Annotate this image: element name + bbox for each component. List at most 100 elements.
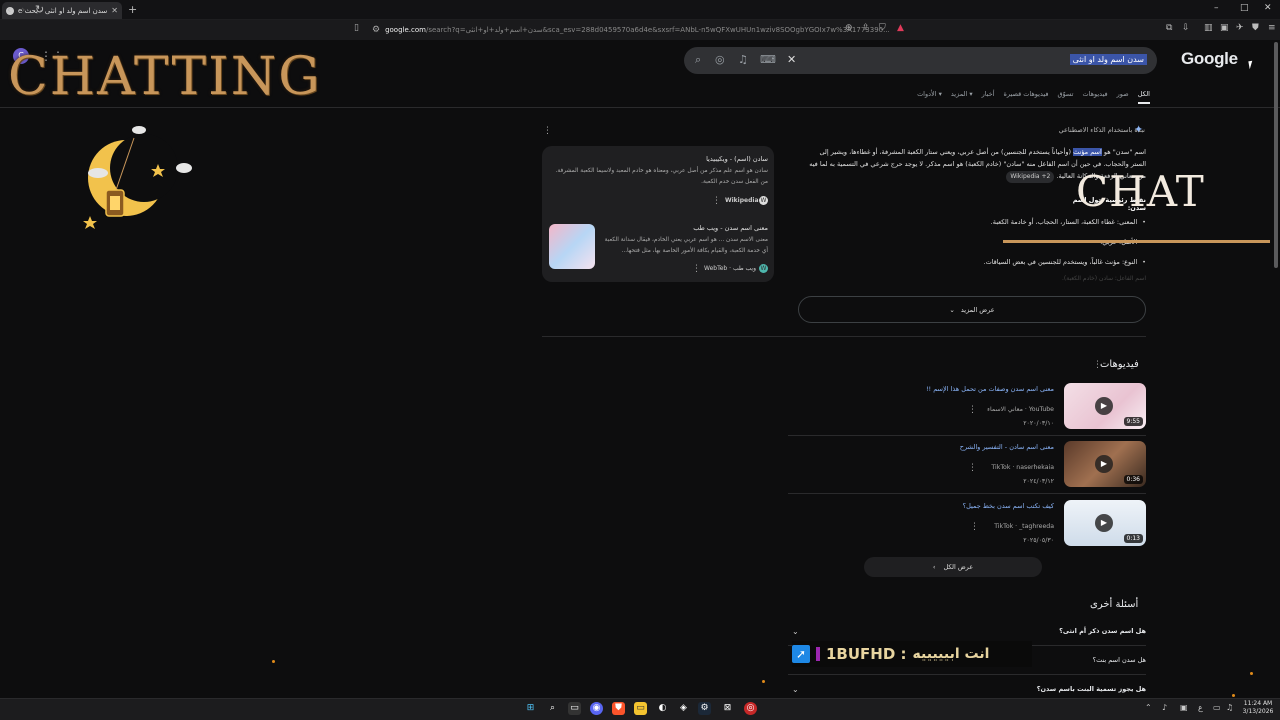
source-thumbnail[interactable] <box>549 224 595 269</box>
video-title[interactable]: معنى اسم سدن وصفات من تحمل هذا الإسم !! <box>926 385 1054 393</box>
language-icon[interactable]: ع <box>1198 703 1203 712</box>
maximize-button[interactable]: □ <box>1240 3 1249 13</box>
tab-videos[interactable]: فيديوهات <box>1082 90 1107 104</box>
tray-icon[interactable]: ▣ <box>1180 703 1188 712</box>
vpn-icon[interactable]: ✈ <box>1236 23 1244 33</box>
tab-all[interactable]: الكل <box>1137 90 1150 104</box>
scrollbar[interactable] <box>1274 42 1278 268</box>
source-site: Wikipedia <box>725 197 759 204</box>
source-snippet: سادن هو اسم علم مذكر من أصل عربي، ومعناه… <box>555 168 768 185</box>
google-logo[interactable]: Google <box>1181 49 1238 69</box>
play-icon[interactable]: ▶ <box>1095 514 1113 532</box>
sparkle-dot <box>1232 694 1235 697</box>
forward-icon[interactable]: › <box>21 3 25 16</box>
paa-question[interactable]: هل يجوز تسمية البنت باسم سدن؟ <box>788 685 1146 699</box>
app-icon[interactable]: ⊠ <box>721 702 734 715</box>
obs-icon[interactable]: ◐ <box>656 702 669 715</box>
view-all-videos-button[interactable]: ‹ عرض الكل <box>864 557 1042 577</box>
brave-browser-icon[interactable]: ⛊ <box>612 702 625 715</box>
paa-question[interactable]: هل اسم سدن ذكر أم انثى؟ <box>788 627 1146 641</box>
download-icon[interactable]: ⇩ <box>1182 23 1190 33</box>
sidebar-icon[interactable]: ▥ <box>1204 23 1213 33</box>
system-clock[interactable]: 11:24 AM 3/13/2026 <box>1238 700 1278 716</box>
search-box[interactable]: ⌕ ◎ ♫ ⌨ ✕ سدن اسم ولد او انثى <box>684 47 1157 74</box>
video-duration: 0:13 <box>1123 534 1143 543</box>
more-options-icon[interactable]: ⋮ <box>968 463 977 473</box>
wallet-icon[interactable]: ▣ <box>1220 23 1229 33</box>
menu-icon[interactable]: ≡ <box>1268 23 1276 33</box>
minimize-button[interactable]: – <box>1214 3 1219 13</box>
share-icon[interactable]: ⇪ <box>862 23 870 33</box>
source-title[interactable]: سادن (اسم) - ويكيبيديا <box>600 155 768 163</box>
extensions-icon[interactable]: ⧉ <box>1166 23 1172 33</box>
video-date: ٢٠٢٥/٠٥/٣٠ <box>1023 537 1054 544</box>
more-options-icon[interactable]: ⋮ <box>692 264 701 274</box>
site-info-icon[interactable]: ⚙ <box>372 25 380 35</box>
search-icon[interactable]: ⌕ <box>546 702 559 715</box>
view-all-label: عرض الكل <box>943 563 974 571</box>
video-title[interactable]: كيف تكتب اسم سدن بخط جميل؟ <box>963 502 1054 510</box>
back-icon[interactable]: ‹ <box>7 3 11 16</box>
clear-search-icon[interactable]: ✕ <box>787 53 796 66</box>
more-options-icon[interactable]: ⋮ <box>970 522 979 532</box>
ai-faded-line: اسم الفاعل: سادن (خادم الكعبة). <box>1062 275 1146 282</box>
video-thumbnail[interactable]: ▶ 9:55 <box>1064 383 1146 429</box>
task-view-icon[interactable]: ▭ <box>568 702 581 715</box>
app-icon[interactable]: ◎ <box>744 702 757 715</box>
chevron-down-icon: ⌄ <box>949 305 955 314</box>
tray-chevron-icon[interactable]: ⌃ <box>1145 703 1152 712</box>
chevron-down-icon[interactable]: ⌄ <box>792 627 799 636</box>
clock-date: 3/13/2026 <box>1242 708 1274 715</box>
app-icon[interactable]: ◈ <box>677 702 690 715</box>
steam-icon[interactable]: ⚙ <box>698 702 711 715</box>
microphone-icon[interactable]: ♫ <box>738 53 748 66</box>
video-thumbnail[interactable]: ▶ 0:13 <box>1064 500 1146 546</box>
wikipedia-chip[interactable]: Wikipedia +2 <box>1006 171 1055 183</box>
mic-icon[interactable]: ♪ <box>1162 703 1167 712</box>
bookmark-icon[interactable]: ▯ <box>354 23 359 33</box>
tab-short-videos[interactable]: فيديوهات قصيرة <box>1004 90 1049 104</box>
more-options-icon[interactable]: ⋮ <box>968 405 977 415</box>
shield-icon[interactable]: ⛉ <box>879 23 886 33</box>
search-input[interactable]: سدن اسم ولد او انثى <box>1069 54 1147 65</box>
keyboard-icon[interactable]: ⌨ <box>760 53 776 66</box>
rewards-icon[interactable]: ▲ <box>897 23 904 33</box>
tab-tools[interactable]: الأدوات ▾ <box>917 90 942 104</box>
windows-start-icon[interactable]: ⊞ <box>524 702 537 715</box>
file-explorer-icon[interactable]: ▭ <box>634 702 647 715</box>
reload-icon[interactable]: ↻ <box>35 3 44 16</box>
search-icon[interactable]: ⌕ <box>695 53 701 67</box>
source-title[interactable]: معنى اسم سدن - ويب طب <box>600 224 768 232</box>
video-result[interactable]: ▶ 0:36 معنى اسم سادن - التفسير والشرح Ti… <box>788 441 1146 487</box>
more-options-icon[interactable]: ⋮ <box>543 126 552 136</box>
close-window-button[interactable]: ✕ <box>1264 3 1272 13</box>
webteb-icon: W <box>759 264 768 273</box>
browser-tab[interactable]: سدن اسم ولد او انثى - بحث Google ✕ <box>2 2 122 19</box>
video-duration: 9:55 <box>1123 417 1143 426</box>
tab-images[interactable]: صور <box>1117 90 1129 104</box>
tab-more[interactable]: المزيد ▾ <box>951 90 973 104</box>
chatting-overlay-title: CHATTING <box>8 47 322 107</box>
address-bar[interactable]: ⚙ google.com/search?q=سدن+اسم+ولد+او+انث… <box>372 23 910 37</box>
lens-icon[interactable]: ◎ <box>715 53 725 66</box>
more-options-icon[interactable]: ⋮ <box>712 196 721 206</box>
video-thumbnail[interactable]: ▶ 0:36 <box>1064 441 1146 487</box>
play-icon[interactable]: ▶ <box>1095 455 1113 473</box>
video-result[interactable]: ▶ 9:55 معنى اسم سدن وصفات من تحمل هذا ال… <box>788 383 1146 429</box>
chevron-down-icon[interactable]: ⌄ <box>792 685 799 694</box>
zoom-icon[interactable]: ⊕ <box>845 23 853 33</box>
play-icon[interactable]: ▶ <box>1095 397 1113 415</box>
discord-icon[interactable]: ◉ <box>590 702 603 715</box>
tab-news[interactable]: أخبار <box>982 90 995 104</box>
video-result[interactable]: ▶ 0:13 كيف تكتب اسم سدن بخط جميل؟ TikTok… <box>788 500 1146 546</box>
new-tab-button[interactable]: + <box>128 3 137 16</box>
close-tab-icon[interactable]: ✕ <box>111 6 118 15</box>
show-more-button[interactable]: ⌄ عرض المزيد <box>798 296 1146 323</box>
network-icon[interactable]: ▭ <box>1213 703 1221 712</box>
volume-icon[interactable]: ♫ <box>1226 703 1233 712</box>
tab-shopping[interactable]: تسوّق <box>1057 90 1073 104</box>
more-options-icon[interactable]: ⋮ <box>1093 360 1102 370</box>
brave-shield-icon[interactable]: ⛊ <box>1252 23 1259 33</box>
url-path: /search?q=سدن+اسم+ولد+او+انثى&sca_esv=28… <box>425 26 890 34</box>
video-title[interactable]: معنى اسم سادن - التفسير والشرح <box>960 443 1054 451</box>
